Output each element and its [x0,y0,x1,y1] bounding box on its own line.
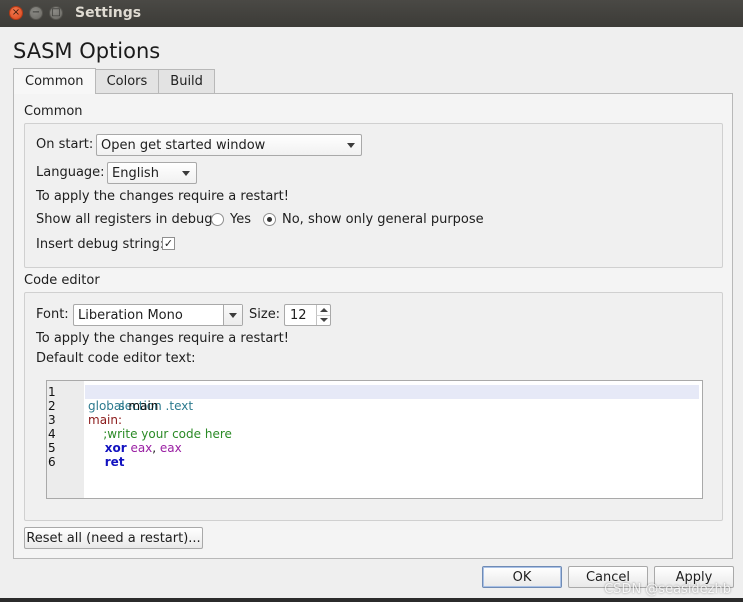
on-start-value: Open get started window [101,137,266,153]
chevron-down-icon [229,313,237,318]
font-size-spinbox[interactable]: 12 [284,304,331,326]
line-number-gutter: 1 2 3 4 5 6 [47,381,84,498]
tab-common[interactable]: Common [13,68,96,94]
chevron-down-icon [182,171,190,176]
spin-up-icon[interactable] [316,305,330,315]
title-bar: × − □ Settings [0,0,743,27]
tab-panel-common: Common On start: Open get started window… [13,93,733,559]
font-dropdown-button[interactable] [223,305,242,325]
code-line: ;write your code here [88,427,232,441]
tab-colors[interactable]: Colors [94,69,160,93]
registers-no-radio[interactable] [263,213,276,226]
debug-string-label: Insert debug string: [36,237,165,252]
line-number: 4 [48,427,56,441]
editor-restart-note: To apply the changes require a restart! [36,331,289,346]
on-start-label: On start: [36,137,94,152]
default-code-editor[interactable]: 1 2 3 4 5 6 section .text global main ma… [46,380,703,499]
registers-yes-radio[interactable] [211,213,224,226]
on-start-select[interactable]: Open get started window [96,134,362,156]
global-keyword: global [88,399,125,413]
restart-note: To apply the changes require a restart! [36,189,289,204]
instruction-xor: xor [88,441,127,455]
minimize-icon[interactable]: − [29,6,43,20]
size-label: Size: [249,307,281,322]
maximize-icon[interactable]: □ [49,6,63,20]
registers-no-label: No, show only general purpose [282,212,484,227]
operand-separator: , [152,441,160,455]
common-group-title: Common [24,104,83,119]
code-line: xor eax, eax [88,441,182,455]
reset-all-button[interactable]: Reset all (need a restart)... [24,527,203,549]
default-text-label: Default code editor text: [36,351,196,366]
code-line: main: [88,413,122,427]
registers-label: Show all registers in debug: [36,212,217,227]
spin-down-icon[interactable] [316,315,330,325]
window-title: Settings [75,5,142,21]
code-editor-group-title: Code editor [24,273,100,288]
code-line: ret [88,455,125,469]
settings-window: SASM Options Common Colors Build Common … [0,27,743,602]
register-operand: eax [126,441,153,455]
font-value: Liberation Mono [78,307,183,323]
tab-build[interactable]: Build [158,69,215,93]
watermark: CSDN @seasidezhb [604,582,731,597]
line-number: 3 [48,413,56,427]
font-size-value: 12 [290,307,307,323]
code-line: section .text [85,385,699,413]
registers-yes-label: Yes [230,212,251,227]
line-number: 2 [48,399,56,413]
common-group: On start: Open get started window Langua… [24,123,723,268]
font-label: Font: [36,307,69,322]
instruction-ret: ret [88,455,125,469]
global-symbol: main [124,399,159,413]
page-title: SASM Options [13,39,161,63]
language-value: English [112,165,159,181]
code-line: global main [88,399,158,413]
code-comment: ;write your code here [88,427,232,441]
chevron-down-icon [347,143,355,148]
register-operand: eax [159,441,182,455]
tab-bar: Common Colors Build [13,68,215,94]
close-icon[interactable]: × [9,6,23,20]
line-number: 5 [48,441,56,455]
debug-string-checkbox[interactable]: ✓ [162,237,175,250]
bottom-edge [0,598,743,602]
line-number: 6 [48,455,56,469]
font-select[interactable]: Liberation Mono [73,304,243,326]
language-select[interactable]: English [107,162,197,184]
line-number: 1 [48,385,56,399]
language-label: Language: [36,165,105,180]
ok-button[interactable]: OK [482,566,562,588]
code-label: main: [88,413,123,427]
